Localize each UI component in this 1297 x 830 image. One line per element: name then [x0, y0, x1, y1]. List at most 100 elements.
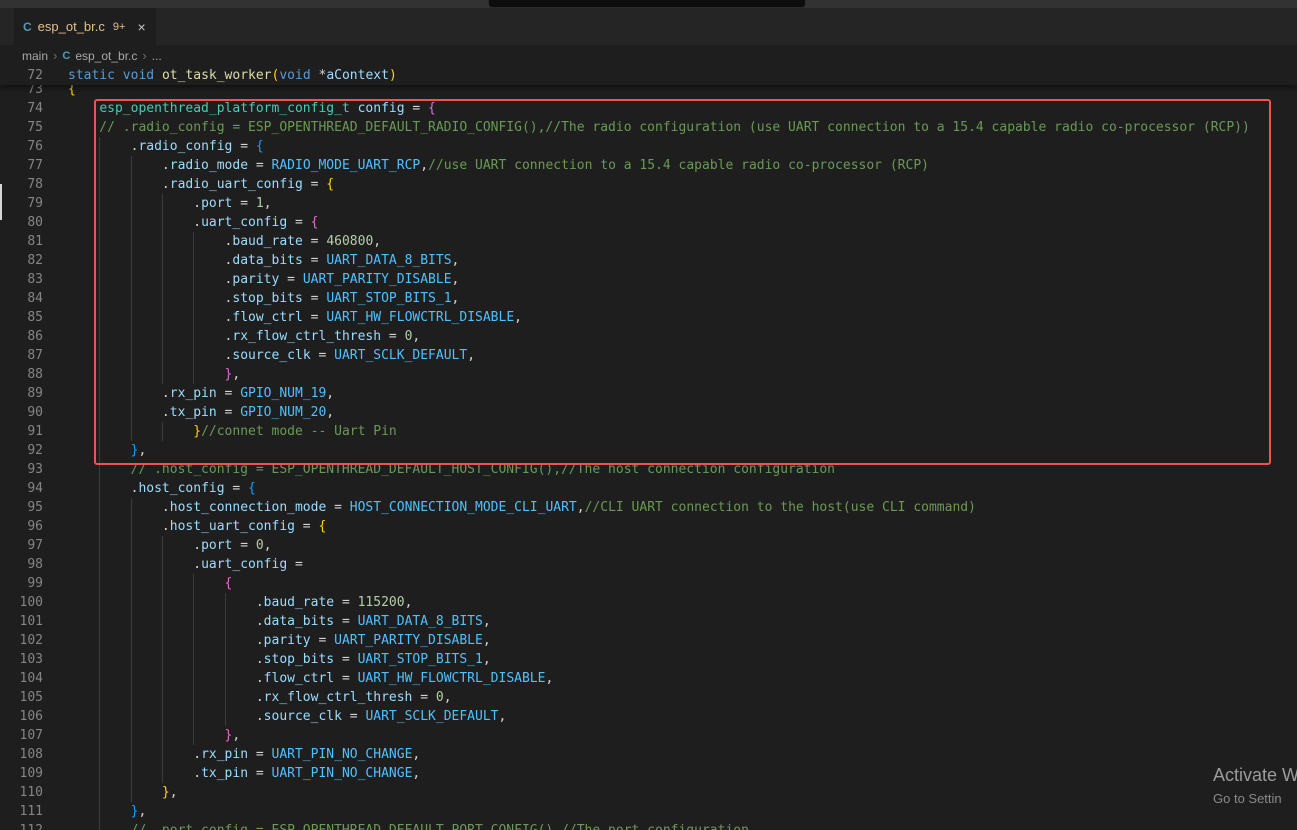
- line-number[interactable]: 108: [0, 745, 46, 764]
- line-number[interactable]: 105: [0, 688, 46, 707]
- code-line[interactable]: 90 .tx_pin = GPIO_NUM_20,: [0, 403, 1297, 422]
- line-number[interactable]: 77: [0, 156, 46, 175]
- code-line[interactable]: 99 {: [0, 574, 1297, 593]
- indent-guide: [131, 783, 132, 802]
- line-number[interactable]: 101: [0, 612, 46, 631]
- code-line[interactable]: 81 .baud_rate = 460800,: [0, 232, 1297, 251]
- line-number[interactable]: 112: [0, 821, 46, 830]
- code-line[interactable]: 98 .uart_config =: [0, 555, 1297, 574]
- code-line[interactable]: 93 // .host_config = ESP_OPENTHREAD_DEFA…: [0, 460, 1297, 479]
- line-number[interactable]: 72: [0, 66, 46, 85]
- line-number[interactable]: 85: [0, 308, 46, 327]
- indent-guide: [131, 422, 132, 441]
- code-line[interactable]: 96 .host_uart_config = {: [0, 517, 1297, 536]
- command-center[interactable]: [488, 0, 806, 8]
- line-number[interactable]: 100: [0, 593, 46, 612]
- code-line[interactable]: 78 .radio_uart_config = {: [0, 175, 1297, 194]
- code-line[interactable]: 86 .rx_flow_ctrl_thresh = 0,: [0, 327, 1297, 346]
- line-number[interactable]: 109: [0, 764, 46, 783]
- code-line[interactable]: 76 .radio_config = {: [0, 137, 1297, 156]
- code-line[interactable]: 111 },: [0, 802, 1297, 821]
- line-number[interactable]: 92: [0, 441, 46, 460]
- code-line[interactable]: 106 .source_clk = UART_SCLK_DEFAULT,: [0, 707, 1297, 726]
- code-line[interactable]: 97 .port = 0,: [0, 536, 1297, 555]
- code-line[interactable]: 109 .tx_pin = UART_PIN_NO_CHANGE,: [0, 764, 1297, 783]
- line-number[interactable]: 91: [0, 422, 46, 441]
- line-number[interactable]: 103: [0, 650, 46, 669]
- tab-esp-ot-br[interactable]: C esp_ot_br.c 9+ ×: [14, 8, 157, 45]
- breadcrumb-item-main[interactable]: main: [22, 49, 48, 63]
- code-line[interactable]: 80 .uart_config = {: [0, 213, 1297, 232]
- code-line[interactable]: 79 .port = 1,: [0, 194, 1297, 213]
- code-text: },: [46, 783, 1297, 802]
- line-number[interactable]: 83: [0, 270, 46, 289]
- line-number[interactable]: 96: [0, 517, 46, 536]
- code-line[interactable]: 107 },: [0, 726, 1297, 745]
- line-number[interactable]: 102: [0, 631, 46, 650]
- line-number[interactable]: 97: [0, 536, 46, 555]
- code-line[interactable]: 84 .stop_bits = UART_STOP_BITS_1,: [0, 289, 1297, 308]
- line-number[interactable]: 82: [0, 251, 46, 270]
- code-line[interactable]: 89 .rx_pin = GPIO_NUM_19,: [0, 384, 1297, 403]
- sticky-scroll-line[interactable]: 72static void ot_task_worker(void *aCont…: [0, 66, 1297, 85]
- tab-close-icon[interactable]: ×: [137, 20, 145, 34]
- line-number[interactable]: 106: [0, 707, 46, 726]
- code-line[interactable]: 83 .parity = UART_PARITY_DISABLE,: [0, 270, 1297, 289]
- code-line[interactable]: 112 // .port_config = ESP_OPENTHREAD_DEF…: [0, 821, 1297, 830]
- line-number[interactable]: 81: [0, 232, 46, 251]
- code-line[interactable]: 100 .baud_rate = 115200,: [0, 593, 1297, 612]
- code-line[interactable]: 75 // .radio_config = ESP_OPENTHREAD_DEF…: [0, 118, 1297, 137]
- line-number[interactable]: 75: [0, 118, 46, 137]
- line-number[interactable]: 107: [0, 726, 46, 745]
- line-number[interactable]: 84: [0, 289, 46, 308]
- code-text: .radio_mode = RADIO_MODE_UART_RCP,//use …: [46, 156, 1297, 175]
- indent-guide: [99, 327, 100, 346]
- line-number[interactable]: 87: [0, 346, 46, 365]
- code-line[interactable]: 74 esp_openthread_platform_config_t conf…: [0, 99, 1297, 118]
- activation-watermark: Activate W Go to Settin: [1213, 765, 1297, 806]
- indent-guide: [99, 460, 100, 479]
- line-number[interactable]: 110: [0, 783, 46, 802]
- code-line[interactable]: 94 .host_config = {: [0, 479, 1297, 498]
- line-number[interactable]: 80: [0, 213, 46, 232]
- line-number[interactable]: 78: [0, 175, 46, 194]
- line-number[interactable]: 93: [0, 460, 46, 479]
- indent-guide: [131, 384, 132, 403]
- code-line[interactable]: 95 .host_connection_mode = HOST_CONNECTI…: [0, 498, 1297, 517]
- breadcrumb-item-more[interactable]: ...: [152, 49, 162, 63]
- code-line[interactable]: 82 .data_bits = UART_DATA_8_BITS,: [0, 251, 1297, 270]
- code-line[interactable]: 103 .stop_bits = UART_STOP_BITS_1,: [0, 650, 1297, 669]
- breadcrumb-item-file[interactable]: esp_ot_br.c: [75, 49, 137, 63]
- code-line[interactable]: 91 }//connet mode -- Uart Pin: [0, 422, 1297, 441]
- indent-guide: [162, 327, 163, 346]
- code-line[interactable]: 77 .radio_mode = RADIO_MODE_UART_RCP,//u…: [0, 156, 1297, 175]
- line-number[interactable]: 76: [0, 137, 46, 156]
- code-line[interactable]: 101 .data_bits = UART_DATA_8_BITS,: [0, 612, 1297, 631]
- code-line[interactable]: 104 .flow_ctrl = UART_HW_FLOWCTRL_DISABL…: [0, 669, 1297, 688]
- code-editor[interactable]: 73{74 esp_openthread_platform_config_t c…: [0, 66, 1297, 830]
- indent-guide: [162, 536, 163, 555]
- indent-guide: [99, 403, 100, 422]
- code-line[interactable]: 88 },: [0, 365, 1297, 384]
- line-number[interactable]: 74: [0, 99, 46, 118]
- code-line[interactable]: 110 },: [0, 783, 1297, 802]
- line-number[interactable]: 94: [0, 479, 46, 498]
- code-line[interactable]: 92 },: [0, 441, 1297, 460]
- line-number[interactable]: 99: [0, 574, 46, 593]
- code-line[interactable]: 102 .parity = UART_PARITY_DISABLE,: [0, 631, 1297, 650]
- code-line[interactable]: 108 .rx_pin = UART_PIN_NO_CHANGE,: [0, 745, 1297, 764]
- line-number[interactable]: 89: [0, 384, 46, 403]
- line-number[interactable]: 111: [0, 802, 46, 821]
- code-line[interactable]: 72static void ot_task_worker(void *aCont…: [0, 66, 1297, 85]
- indent-guide: [131, 650, 132, 669]
- line-number[interactable]: 104: [0, 669, 46, 688]
- code-line[interactable]: 85 .flow_ctrl = UART_HW_FLOWCTRL_DISABLE…: [0, 308, 1297, 327]
- line-number[interactable]: 79: [0, 194, 46, 213]
- line-number[interactable]: 95: [0, 498, 46, 517]
- code-line[interactable]: 87 .source_clk = UART_SCLK_DEFAULT,: [0, 346, 1297, 365]
- line-number[interactable]: 98: [0, 555, 46, 574]
- line-number[interactable]: 90: [0, 403, 46, 422]
- code-line[interactable]: 105 .rx_flow_ctrl_thresh = 0,: [0, 688, 1297, 707]
- line-number[interactable]: 88: [0, 365, 46, 384]
- line-number[interactable]: 86: [0, 327, 46, 346]
